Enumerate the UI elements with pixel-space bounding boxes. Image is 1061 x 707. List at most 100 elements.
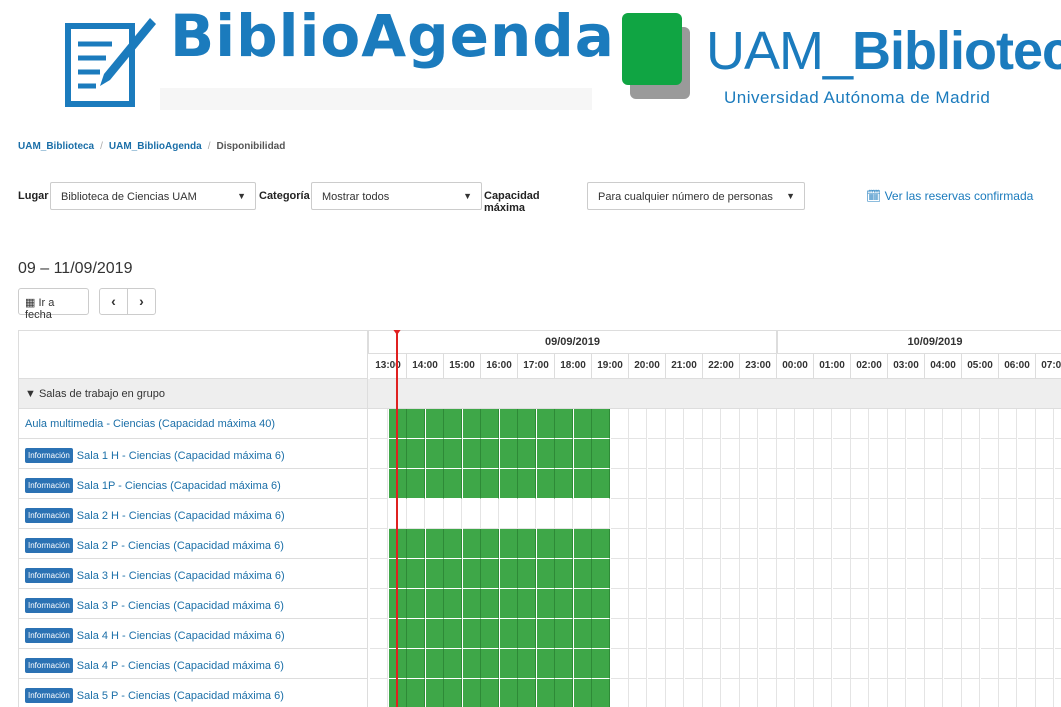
- free-slot[interactable]: [777, 559, 795, 589]
- free-slot[interactable]: [703, 439, 721, 469]
- free-slot[interactable]: [666, 649, 684, 679]
- free-slot[interactable]: [1036, 499, 1054, 529]
- free-slot[interactable]: [814, 649, 832, 679]
- room-name-link[interactable]: Sala 2 H - Ciencias (Capacidad máxima 6): [77, 510, 285, 522]
- reserved-slot[interactable]: [499, 589, 518, 619]
- reserved-slot[interactable]: [425, 679, 444, 707]
- free-slot[interactable]: [869, 469, 888, 499]
- reserved-slot[interactable]: [499, 529, 518, 559]
- prev-button[interactable]: ‹: [99, 288, 128, 315]
- free-slot[interactable]: [906, 409, 925, 439]
- reserved-slot[interactable]: [462, 679, 481, 707]
- free-slot[interactable]: [370, 589, 388, 619]
- category-select[interactable]: Mostrar todos ▼: [311, 182, 482, 210]
- free-slot[interactable]: [943, 649, 962, 679]
- free-slot[interactable]: [980, 499, 999, 529]
- free-slot[interactable]: [629, 439, 647, 469]
- free-slot[interactable]: [1055, 679, 1061, 707]
- free-slot[interactable]: [814, 409, 832, 439]
- free-slot[interactable]: [1017, 529, 1036, 559]
- breadcrumb-agenda-link[interactable]: UAM_BiblioAgenda: [109, 141, 202, 152]
- breadcrumb-home-link[interactable]: UAM_Biblioteca: [18, 141, 94, 152]
- free-slot[interactable]: [610, 439, 629, 469]
- free-slot[interactable]: [1017, 439, 1036, 469]
- free-slot[interactable]: [1017, 499, 1036, 529]
- free-slot[interactable]: [444, 499, 462, 529]
- free-slot[interactable]: [1054, 469, 1061, 499]
- free-slot[interactable]: [684, 499, 703, 529]
- free-slot[interactable]: [943, 469, 962, 499]
- free-slot[interactable]: [777, 409, 795, 439]
- reserved-slot[interactable]: [462, 559, 481, 589]
- free-slot[interactable]: [740, 619, 758, 649]
- free-slot[interactable]: [906, 619, 925, 649]
- free-slot[interactable]: [666, 499, 684, 529]
- free-slot[interactable]: [758, 619, 777, 649]
- free-slot[interactable]: [629, 649, 647, 679]
- reserved-slot[interactable]: [555, 529, 573, 559]
- free-slot[interactable]: [814, 529, 832, 559]
- free-slot[interactable]: [888, 499, 906, 529]
- free-slot[interactable]: [684, 559, 703, 589]
- reserved-slot[interactable]: [536, 679, 555, 707]
- free-slot[interactable]: [499, 499, 518, 529]
- free-slot[interactable]: [462, 499, 481, 529]
- reserved-slot[interactable]: [536, 409, 555, 439]
- free-slot[interactable]: [721, 499, 740, 529]
- free-slot[interactable]: [832, 469, 851, 499]
- free-slot[interactable]: [703, 499, 721, 529]
- free-slot[interactable]: [814, 439, 832, 469]
- reserved-slot[interactable]: [444, 409, 462, 439]
- reserved-slot[interactable]: [518, 529, 536, 559]
- free-slot[interactable]: [925, 469, 943, 499]
- free-slot[interactable]: [684, 439, 703, 469]
- free-slot[interactable]: [370, 409, 388, 439]
- free-slot[interactable]: [1017, 589, 1036, 619]
- reserved-slot[interactable]: [481, 619, 499, 649]
- reserved-slot[interactable]: [518, 649, 536, 679]
- free-slot[interactable]: [685, 679, 703, 707]
- free-slot[interactable]: [777, 439, 795, 469]
- free-slot[interactable]: [832, 529, 851, 559]
- reserved-slot[interactable]: [462, 529, 481, 559]
- free-slot[interactable]: [703, 649, 721, 679]
- free-slot[interactable]: [721, 619, 740, 649]
- free-slot[interactable]: [1017, 649, 1036, 679]
- info-badge[interactable]: Información: [25, 568, 73, 583]
- free-slot[interactable]: [906, 529, 925, 559]
- free-slot[interactable]: [814, 589, 832, 619]
- reserved-slot[interactable]: [444, 589, 462, 619]
- free-slot[interactable]: [703, 559, 721, 589]
- reserved-slot[interactable]: [592, 679, 610, 707]
- free-slot[interactable]: [851, 409, 869, 439]
- reserved-slot[interactable]: [536, 649, 555, 679]
- free-slot[interactable]: [758, 559, 777, 589]
- free-slot[interactable]: [888, 469, 906, 499]
- free-slot[interactable]: [851, 589, 869, 619]
- free-slot[interactable]: [999, 409, 1017, 439]
- free-slot[interactable]: [888, 589, 906, 619]
- free-slot[interactable]: [851, 499, 869, 529]
- reserved-slot[interactable]: [518, 409, 536, 439]
- free-slot[interactable]: [758, 649, 777, 679]
- reserved-slot[interactable]: [444, 529, 462, 559]
- free-slot[interactable]: [1017, 559, 1036, 589]
- free-slot[interactable]: [629, 679, 647, 707]
- free-slot[interactable]: [370, 619, 388, 649]
- reserved-slot[interactable]: [592, 589, 610, 619]
- reserved-slot[interactable]: [462, 409, 481, 439]
- free-slot[interactable]: [610, 559, 629, 589]
- reserved-slot[interactable]: [555, 469, 573, 499]
- free-slot[interactable]: [1054, 439, 1061, 469]
- free-slot[interactable]: [981, 679, 999, 707]
- free-slot[interactable]: [721, 529, 740, 559]
- free-slot[interactable]: [1036, 679, 1054, 707]
- free-slot[interactable]: [907, 679, 925, 707]
- free-slot[interactable]: [648, 679, 666, 707]
- free-slot[interactable]: [814, 619, 832, 649]
- free-slot[interactable]: [629, 529, 647, 559]
- free-slot[interactable]: [999, 499, 1017, 529]
- free-slot[interactable]: [814, 559, 832, 589]
- free-slot[interactable]: [980, 619, 999, 649]
- reserved-slot[interactable]: [555, 619, 573, 649]
